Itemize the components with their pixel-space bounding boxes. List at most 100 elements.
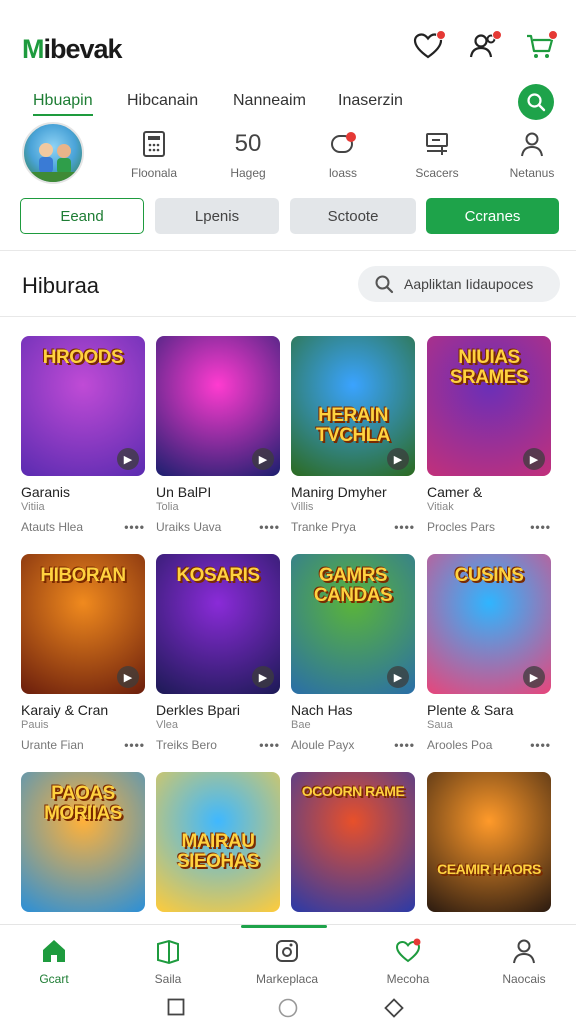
- game-sub: Vlea: [156, 719, 179, 731]
- game-art-title: CEAMIR HAORS: [437, 861, 541, 877]
- game-thumbnail: GAMRS CANDAS ▶: [291, 554, 415, 694]
- controller-icon: ▶: [387, 448, 409, 470]
- controller-icon: ▶: [252, 448, 274, 470]
- tab-hibcanain[interactable]: Hibcanain: [127, 92, 198, 110]
- more-icon[interactable]: ••••: [124, 738, 145, 752]
- nav-item-naocais[interactable]: Naocais: [474, 937, 574, 986]
- more-icon[interactable]: ••••: [259, 738, 280, 752]
- nav-item-mecoha[interactable]: Mecoha: [358, 937, 458, 986]
- game-card[interactable]: KOSARIS ▶ Derkles Bpari Vlea Treiks Bero •…: [156, 554, 280, 752]
- game-name: Camer &: [427, 484, 483, 500]
- more-icon[interactable]: ••••: [394, 520, 415, 534]
- game-card[interactable]: PAOAS MORIIAS: [21, 772, 145, 912]
- game-meta: Aloule Payx: [291, 738, 355, 752]
- cart-icon[interactable]: [524, 30, 558, 62]
- game-thumbnail: CUSINS ▶: [427, 554, 551, 694]
- stat-hageg[interactable]: 50 Hageg: [208, 130, 288, 180]
- chip-ccranes[interactable]: Ccranes: [426, 198, 559, 234]
- nav-indicator: [241, 925, 327, 928]
- game-art-title: NIUIAS SRAMES: [449, 347, 529, 388]
- game-card[interactable]: ▶ Un BalPI Tolia Uraiks Uava ••••: [156, 336, 280, 534]
- controller-icon: ▶: [117, 448, 139, 470]
- game-meta: Tranke Prya: [291, 520, 356, 534]
- stat-value: 50: [234, 130, 262, 157]
- search-icon: [527, 93, 546, 112]
- section-title: Hiburaa: [22, 273, 100, 298]
- more-icon[interactable]: ••••: [124, 520, 145, 534]
- app-logo[interactable]: Mibevak: [22, 34, 123, 65]
- game-thumbnail: HIBORAN ▶: [21, 554, 145, 694]
- game-card[interactable]: NIUIAS SRAMES ▶ Camer & Vitiak Procles Pa…: [427, 336, 551, 534]
- game-thumbnail: HERAIN TVCHLA ▶: [291, 336, 415, 476]
- profile-row: Floonala 50 Hageg loass Scacers Netanus: [0, 120, 576, 190]
- search-input[interactable]: Aapliktan Iidaupoces: [358, 266, 560, 302]
- game-art-title: HROODS: [42, 347, 124, 368]
- controller-icon: ▶: [387, 666, 409, 688]
- desk-icon: [397, 130, 477, 158]
- game-sub: Saua: [427, 719, 453, 731]
- more-icon[interactable]: ••••: [530, 520, 551, 534]
- tab-nanneaim[interactable]: Nanneaim: [233, 92, 306, 110]
- controller-icon: ▶: [523, 666, 545, 688]
- game-card[interactable]: HERAIN TVCHLA ▶ Manirg Dmyher Villis Tran…: [291, 336, 415, 534]
- game-meta: Treiks Bero: [156, 738, 217, 752]
- controller-icon: ▶: [117, 666, 139, 688]
- controller-icon: ▶: [252, 666, 274, 688]
- chat-bubble-icon: [303, 130, 383, 158]
- game-art: [427, 772, 551, 912]
- game-sub: Vitiak: [427, 501, 454, 513]
- chip-eeand[interactable]: Eeand: [20, 198, 144, 234]
- recents-icon[interactable]: [167, 998, 185, 1016]
- home-circle-icon[interactable]: [278, 998, 298, 1018]
- game-thumbnail: HROODS ▶: [21, 336, 145, 476]
- stat-loass[interactable]: loass: [303, 130, 383, 180]
- divider: [0, 250, 576, 251]
- game-art-title: GAMRS CANDAS: [313, 565, 393, 606]
- search-placeholder: Aapliktan Iidaupoces: [404, 276, 534, 292]
- search-button[interactable]: [518, 84, 554, 120]
- tab-hbuapin[interactable]: Hbuapin: [33, 92, 93, 116]
- chip-lpenis[interactable]: Lpenis: [155, 198, 279, 234]
- avatar[interactable]: [22, 122, 84, 184]
- heart-icon[interactable]: [412, 30, 446, 62]
- game-art-title: MAIRAU SIEOHAS: [176, 831, 260, 872]
- nav-item-saila[interactable]: Saila: [118, 937, 218, 986]
- system-navigation-bar: [0, 990, 576, 1024]
- person-icon: [513, 939, 535, 964]
- calculator-icon: [114, 130, 194, 158]
- nav-item-gcart[interactable]: Gcart: [4, 937, 104, 986]
- game-name: Derkles Bpari: [156, 702, 241, 718]
- bag-icon: [157, 939, 179, 965]
- game-card[interactable]: HROODS ▶ Garanis Vitiia Atauts Hlea ••••: [21, 336, 145, 534]
- nav-item-markeplaca[interactable]: Markeplaca: [237, 937, 337, 986]
- back-icon[interactable]: [384, 998, 404, 1018]
- game-name: Plente & Sara: [427, 702, 514, 718]
- filter-chips: Eeand Lpenis Sctoote Ccranes: [0, 198, 576, 236]
- game-card[interactable]: CUSINS ▶ Plente & Sara Saua Arooles Poa ••…: [427, 554, 551, 752]
- game-meta: Arooles Poa: [427, 738, 493, 752]
- tab-inaserzin[interactable]: Inaserzin: [338, 92, 403, 110]
- more-icon[interactable]: ••••: [394, 738, 415, 752]
- more-icon[interactable]: ••••: [530, 738, 551, 752]
- stat-floonala[interactable]: Floonala: [114, 130, 194, 180]
- game-card[interactable]: HIBORAN ▶ Karaiy & Cran Pauis Urante Fian…: [21, 554, 145, 752]
- more-icon[interactable]: ••••: [259, 520, 280, 534]
- chip-sctoote[interactable]: Sctoote: [290, 198, 416, 234]
- game-card[interactable]: OCOORN RAME: [291, 772, 415, 912]
- home-icon: [43, 940, 65, 962]
- stat-netanus[interactable]: Netanus: [492, 130, 572, 180]
- heart-icon: [395, 938, 421, 963]
- game-sub: Vitiia: [21, 501, 45, 513]
- game-card[interactable]: CEAMIR HAORS: [427, 772, 551, 912]
- game-art-title: KOSARIS: [176, 565, 260, 586]
- game-thumbnail: NIUIAS SRAMES ▶: [427, 336, 551, 476]
- game-art-title: HIBORAN: [40, 565, 126, 586]
- controller-icon: ▶: [523, 448, 545, 470]
- stat-scacers[interactable]: Scacers: [397, 130, 477, 180]
- game-card[interactable]: MAIRAU SIEOHAS: [156, 772, 280, 912]
- game-art-title: OCOORN RAME: [301, 783, 405, 799]
- game-art-title: PAOAS MORIIAS: [44, 783, 122, 824]
- friends-icon[interactable]: [468, 30, 502, 62]
- marketplace-icon: [276, 940, 298, 962]
- game-card[interactable]: GAMRS CANDAS ▶ Nach Has Bae Aloule Payx ••…: [291, 554, 415, 752]
